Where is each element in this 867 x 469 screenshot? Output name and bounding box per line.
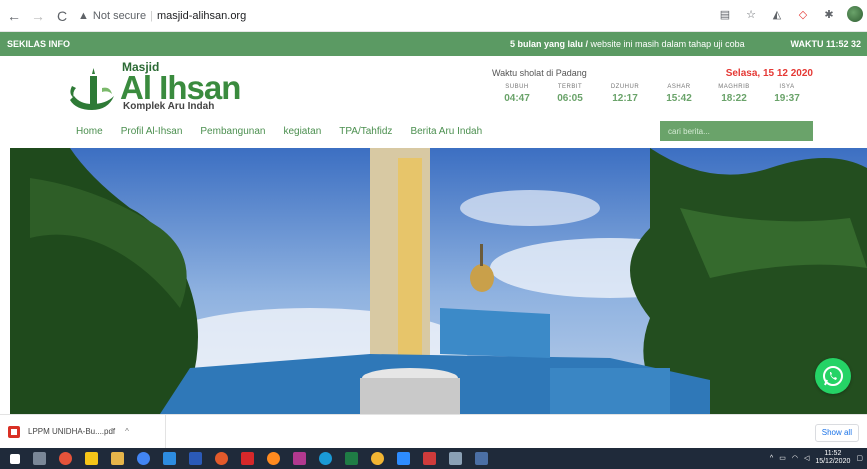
prayer-time: 06:05: [557, 93, 583, 104]
prayer-isya: ISYA 19:37: [767, 84, 807, 104]
prayer-times-title: Waktu sholat di Padang: [492, 68, 587, 78]
menu-item-tpa[interactable]: TPA/Tahfidz: [339, 126, 392, 137]
acrobat-icon[interactable]: [241, 452, 254, 465]
tray-time: 11:52: [824, 450, 842, 457]
app-red-icon[interactable]: [423, 452, 436, 465]
address-bar[interactable]: ▲ Not secure | masjid-alihsan.org: [78, 10, 246, 22]
extension-icons: ▤ ☆ ◭ ◇ ✱: [717, 6, 863, 22]
chrome-red-icon[interactable]: [59, 452, 72, 465]
bookmark-star-icon[interactable]: ☆: [743, 6, 759, 22]
app-purple-icon[interactable]: [293, 452, 306, 465]
translate-icon[interactable]: ▤: [717, 6, 733, 22]
network-icon[interactable]: ▭: [779, 454, 786, 462]
wifi-icon[interactable]: ◠: [792, 454, 798, 462]
extension-red-icon[interactable]: ◇: [795, 6, 811, 22]
ticker-clock: WAKTU 11:52 32: [790, 39, 861, 49]
menu-item-profil[interactable]: Profil Al-Ihsan: [121, 126, 183, 137]
browser-toolbar: ← → C ▲ Not secure | masjid-alihsan.org …: [0, 0, 867, 32]
warning-icon: ▲: [78, 9, 89, 22]
ticker-label: SEKILAS INFO: [7, 39, 71, 49]
reload-icon[interactable]: C: [52, 6, 72, 26]
ticker-news-date: 5 bulan yang lalu /: [510, 39, 589, 49]
app-orange-icon[interactable]: [215, 452, 228, 465]
tray-date: 15/12/2020: [815, 458, 851, 465]
tray-chevron-icon[interactable]: ^: [770, 455, 773, 462]
prayer-ashar: ASHAR 15:42: [659, 84, 699, 104]
chrome-icon[interactable]: [137, 452, 150, 465]
word-icon[interactable]: [189, 452, 202, 465]
download-divider: [165, 415, 166, 449]
prayer-name: DZUHUR: [610, 84, 640, 90]
prayer-name: TERBIT: [557, 84, 583, 90]
file-explorer-icon[interactable]: [111, 452, 124, 465]
prayer-dzuhur: DZUHUR 12:17: [605, 84, 645, 104]
menu-item-berita[interactable]: Berita Aru Indah: [410, 126, 482, 137]
prayer-date: Selasa, 15 12 2020: [725, 68, 813, 79]
app-gray-icon[interactable]: [449, 452, 462, 465]
whatsapp-icon: [823, 366, 843, 386]
notification-icon[interactable]: ▢: [856, 454, 863, 462]
excel-icon[interactable]: [345, 452, 358, 465]
main-menu: Home Profil Al-Ihsan Pembangunan kegiata…: [76, 126, 500, 137]
pdf-file-icon: [8, 425, 20, 438]
menu-item-kegiatan[interactable]: kegiatan: [283, 126, 321, 137]
site-logo[interactable]: Masjid Al Ihsan Komplek Aru Indah: [66, 60, 256, 114]
ticker-news-text: website ini masih dalam tahap uji coba: [588, 39, 745, 49]
prayer-time: 15:42: [666, 93, 692, 104]
prayer-name: ISYA: [779, 84, 795, 90]
search-input[interactable]: cari berita...: [660, 121, 813, 141]
prayer-time: 18:22: [721, 93, 747, 104]
prayer-maghrib: MAGHRIB 18:22: [714, 84, 754, 104]
chevron-up-icon[interactable]: ^: [125, 427, 129, 436]
show-all-button[interactable]: Show all: [814, 424, 859, 442]
hero-image: [10, 148, 867, 414]
prayer-name: SUBUH: [505, 84, 529, 90]
menu-item-pembangunan[interactable]: Pembangunan: [200, 126, 265, 137]
security-label: Not secure: [92, 9, 147, 22]
system-tray: ^ ▭ ◠ ◁ 11:52 15/12/2020 ▢: [770, 450, 863, 466]
app-blue-icon[interactable]: [475, 452, 488, 465]
task-view-icon[interactable]: [33, 452, 46, 465]
url-text: masjid-alihsan.org: [156, 9, 247, 22]
mail-icon[interactable]: [163, 452, 176, 465]
logo-komplek-text: Komplek Aru Indah: [123, 101, 215, 112]
windows-taskbar: ^ ▭ ◠ ◁ 11:52 15/12/2020 ▢: [0, 448, 867, 469]
prayer-time: 04:47: [504, 93, 530, 104]
back-icon[interactable]: ←: [4, 6, 24, 26]
prayer-time: 12:17: [612, 93, 638, 104]
forward-icon[interactable]: →: [28, 6, 48, 26]
firefox-icon[interactable]: [267, 452, 280, 465]
url-separator: |: [150, 9, 153, 22]
ticker-news[interactable]: 5 bulan yang lalu / website ini masih da…: [510, 39, 745, 49]
menu-item-home[interactable]: Home: [76, 126, 103, 137]
puzzle-icon[interactable]: ✱: [821, 6, 837, 22]
edge-icon[interactable]: [319, 452, 332, 465]
chrome-alt-icon[interactable]: [371, 452, 384, 465]
site-header: Masjid Al Ihsan Komplek Aru Indah Waktu …: [0, 56, 867, 148]
download-file-name[interactable]: LPPM UNIDHA-Bu....pdf: [28, 427, 115, 436]
prayer-time: 19:37: [774, 93, 800, 104]
prayer-name: MAGHRIB: [718, 84, 750, 90]
mosque-photo: [10, 148, 867, 414]
zoom-icon[interactable]: [397, 452, 410, 465]
prayer-terbit: TERBIT 06:05: [550, 84, 590, 104]
windows-start-icon[interactable]: [10, 453, 20, 464]
extension-icon[interactable]: ◭: [769, 6, 785, 22]
prayer-subuh: SUBUH 04:47: [497, 84, 537, 104]
prayer-name: ASHAR: [667, 84, 691, 90]
store-icon[interactable]: [85, 452, 98, 465]
volume-icon[interactable]: ◁: [804, 454, 809, 462]
news-ticker: SEKILAS INFO 5 bulan yang lalu / website…: [0, 32, 867, 56]
download-shelf: LPPM UNIDHA-Bu....pdf ^ Show all: [0, 414, 867, 449]
tray-clock[interactable]: 11:52 15/12/2020: [815, 450, 850, 466]
mosque-logo-icon: [70, 68, 114, 110]
whatsapp-button[interactable]: [815, 358, 851, 394]
profile-avatar[interactable]: [847, 6, 863, 22]
